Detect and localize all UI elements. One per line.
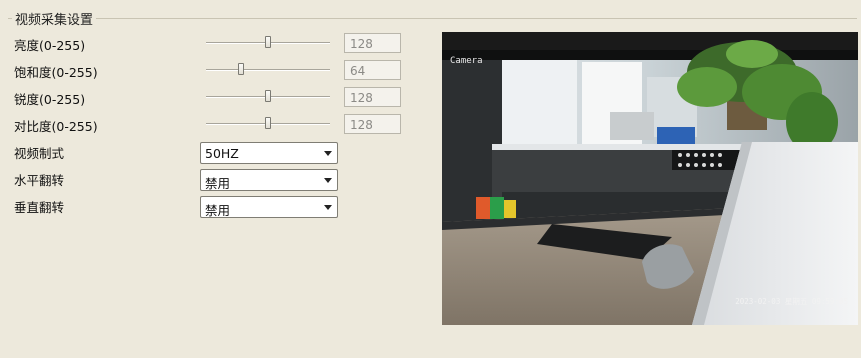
video-standard-label: 视频制式: [14, 146, 65, 161]
brightness-slider-thumb[interactable]: [265, 36, 271, 48]
saturation-label: 饱和度(0-255): [14, 65, 98, 80]
dropdown-arrow-icon: [324, 178, 332, 183]
horizontal-flip-value: 禁用: [205, 176, 231, 191]
contrast-value: 128: [344, 114, 401, 134]
vertical-flip-value: 禁用: [205, 203, 231, 218]
contrast-slider[interactable]: [206, 117, 330, 129]
saturation-slider[interactable]: [206, 63, 330, 75]
vertical-flip-select[interactable]: 禁用: [200, 196, 338, 218]
contrast-label: 对比度(0-255): [14, 119, 98, 134]
video-preview: Camera 2023-02-03 星期五 09:59:05: [442, 32, 858, 325]
dropdown-arrow-icon: [324, 205, 332, 210]
sharpness-value: 128: [344, 87, 401, 107]
video-standard-select[interactable]: 50HZ: [200, 142, 338, 164]
dropdown-arrow-icon: [324, 151, 332, 156]
group-box-border: [8, 18, 857, 19]
contrast-slider-thumb[interactable]: [265, 117, 271, 129]
saturation-slider-thumb[interactable]: [238, 63, 244, 75]
sharpness-slider[interactable]: [206, 90, 330, 102]
brightness-label: 亮度(0-255): [14, 38, 86, 53]
brightness-slider[interactable]: [206, 36, 330, 48]
video-timestamp: 2023-02-03 星期五 09:59:05: [735, 297, 848, 306]
saturation-value: 64: [344, 60, 401, 80]
sharpness-slider-thumb[interactable]: [265, 90, 271, 102]
sharpness-label: 锐度(0-255): [14, 92, 86, 107]
brightness-value: 128: [344, 33, 401, 53]
vertical-flip-label: 垂直翻转: [14, 200, 65, 215]
video-standard-value: 50HZ: [205, 146, 239, 161]
camera-label: Camera: [450, 56, 483, 66]
camera-frame-image: [442, 32, 858, 325]
horizontal-flip-label: 水平翻转: [14, 173, 65, 188]
group-title: 视频采集设置: [12, 9, 97, 28]
horizontal-flip-select[interactable]: 禁用: [200, 169, 338, 191]
